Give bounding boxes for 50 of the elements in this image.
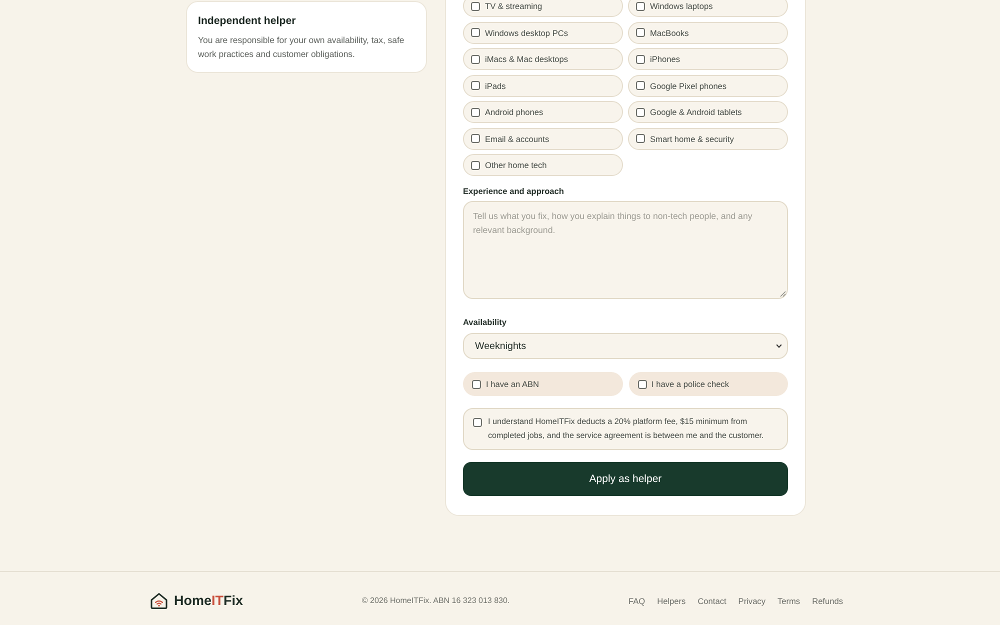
card-text: You are responsible for your own availability, tax, safe work practices and customer obligations. [198,34,406,61]
service-option[interactable]: Email & accounts [463,128,623,150]
chevron-down-icon [776,344,782,348]
copyright-text: © 2026 HomeITFix. ABN 16 323 013 830. [362,596,510,605]
checkbox[interactable] [636,134,645,143]
service-option[interactable]: Google Pixel phones [628,74,788,96]
service-option[interactable]: Windows desktop PCs [463,22,623,44]
checkbox[interactable] [636,108,645,116]
service-option[interactable]: iPads [463,74,623,96]
checkbox[interactable] [636,2,645,10]
house-wifi-icon[interactable] [150,592,168,610]
checkbox[interactable] [636,81,645,90]
service-option[interactable]: Other home tech [463,154,623,176]
checkbox[interactable] [636,54,645,64]
card-title: Independent helper [198,14,297,28]
service-option[interactable]: Android phones [463,101,623,123]
checkbox[interactable] [471,2,480,10]
service-option[interactable]: Windows laptops [628,0,788,17]
checkbox[interactable] [471,81,480,90]
footer-link[interactable]: FAQ [628,596,646,606]
service-option[interactable]: MacBooks [628,22,788,44]
field-label: Experience and approach [463,186,565,197]
checkbox[interactable] [471,54,480,64]
footer-link[interactable]: Contact [698,596,726,606]
checkbox[interactable] [471,108,480,116]
service-option[interactable]: iMacs & Mac desktops [463,48,623,70]
checkbox[interactable] [471,160,480,170]
footer-link[interactable]: Privacy [738,596,766,606]
apply-button[interactable]: Apply as helper [463,462,788,496]
field-label: Availability [463,317,508,328]
checkbox[interactable] [471,134,480,143]
service-option[interactable]: Smart home & security [628,128,788,150]
checkbox-option[interactable]: I have a police check [628,372,788,396]
footer-link[interactable]: Terms [777,596,800,606]
service-option[interactable]: iPhones [628,48,788,70]
service-option[interactable]: Google & Android tablets [628,101,788,123]
checkbox[interactable] [638,380,646,388]
resize-grip-icon[interactable] [780,291,786,297]
checkbox[interactable] [471,28,480,37]
checkbox-option[interactable]: I have an ABN [463,372,622,396]
agreement-option[interactable]: I understand HomeITFix deducts a 20% platform fee, $15 minimum from completed jobs, and the service agreement is between me and the customer. [463,408,788,450]
checkbox[interactable] [472,380,481,388]
footer-link[interactable]: Refunds [812,596,843,606]
logo-text[interactable]: HomeITFix [174,593,244,608]
experience-field[interactable]: Tell us what you fix, how you explain things to non-tech people, and any relevant background. [463,201,788,299]
service-option[interactable]: TV & streaming [463,0,623,17]
footer-link[interactable]: Helpers [657,596,686,606]
availability-select[interactable]: Weeknights [463,333,788,359]
checkbox[interactable] [636,28,645,37]
checkbox[interactable] [473,418,482,426]
